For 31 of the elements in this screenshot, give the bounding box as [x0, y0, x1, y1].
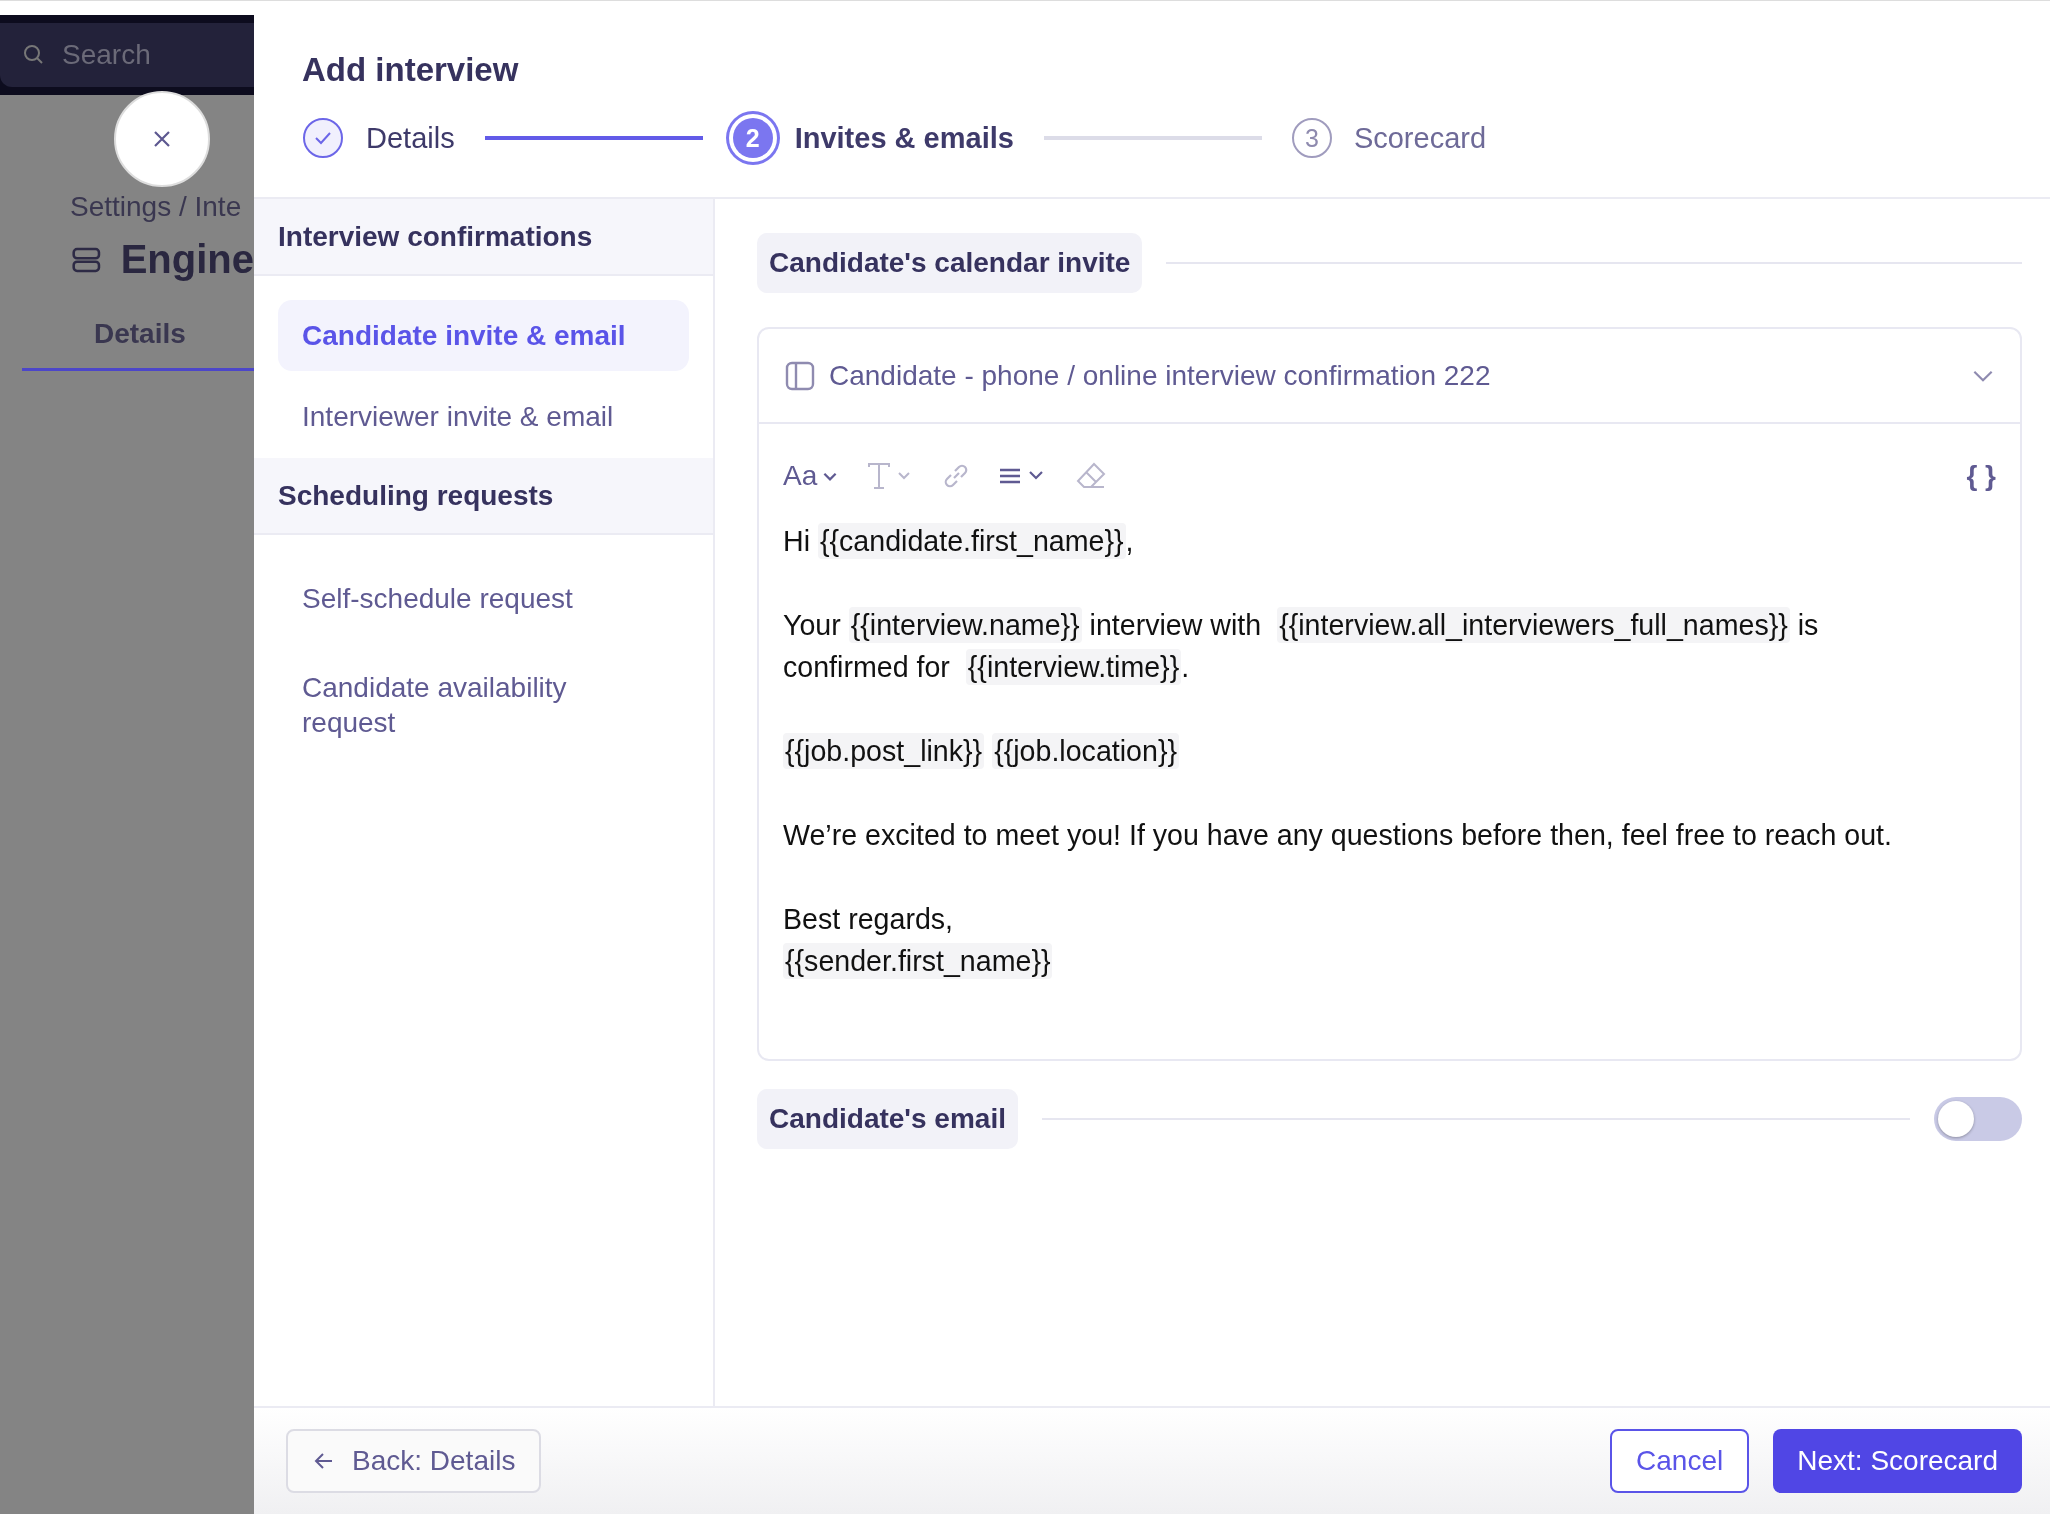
search-field[interactable]: Search	[0, 23, 254, 87]
sidebar-item[interactable]: Self-schedule request	[278, 563, 689, 634]
step[interactable]: Details	[302, 117, 455, 159]
sidebar-item[interactable]: Candidate invite & email	[278, 300, 689, 371]
page-title: Engine	[120, 237, 254, 282]
step[interactable]: 2 Invites & emails	[732, 118, 1014, 158]
back-button[interactable]: Back: Details	[286, 1429, 542, 1493]
body-text: Your {{interview.name}} interview with {{interview.all_interviewers_full_names}} is confirmed for {{interview.time}}.	[783, 606, 1820, 687]
cancel-button[interactable]: Cancel	[1610, 1429, 1750, 1493]
variables-button[interactable]: { }	[1966, 460, 1996, 492]
section-heading: Candidate's email	[757, 1089, 1018, 1149]
template-select[interactable]: Candidate - phone / online interview confirmation 222	[759, 329, 2020, 424]
section-heading: Candidate's calendar invite	[757, 233, 1143, 293]
step[interactable]: 3 Scorecard	[1291, 118, 1487, 158]
body-text: {{sender.first_name}}	[783, 942, 1054, 981]
close-icon	[152, 129, 172, 149]
section-heading: Interview confirmations	[254, 199, 713, 276]
sidebar-item[interactable]: Candidate availability request	[278, 652, 689, 758]
body-text: {{job.post_link}} {{job.location}}	[783, 730, 1920, 772]
breadcrumb: Settings / Inte	[70, 191, 243, 223]
body-text: Best regards,	[783, 902, 955, 937]
sidebar-item[interactable]: Interviewer invite & email	[278, 381, 689, 452]
panel-icon	[785, 360, 815, 391]
toggle-switch[interactable]	[1934, 1097, 2022, 1141]
body-text: We’re excited to meet you! If you have any questions before then, feel free to reach out.	[783, 818, 1893, 853]
check-circle-icon	[302, 117, 344, 159]
section-heading: Scheduling requests	[254, 458, 713, 535]
next-button[interactable]: Next: Scorecard	[1773, 1429, 2022, 1493]
step-number: 3	[1291, 118, 1332, 158]
modal-title: Add interview	[302, 51, 520, 89]
font-size-button[interactable]: Aa	[783, 460, 840, 492]
